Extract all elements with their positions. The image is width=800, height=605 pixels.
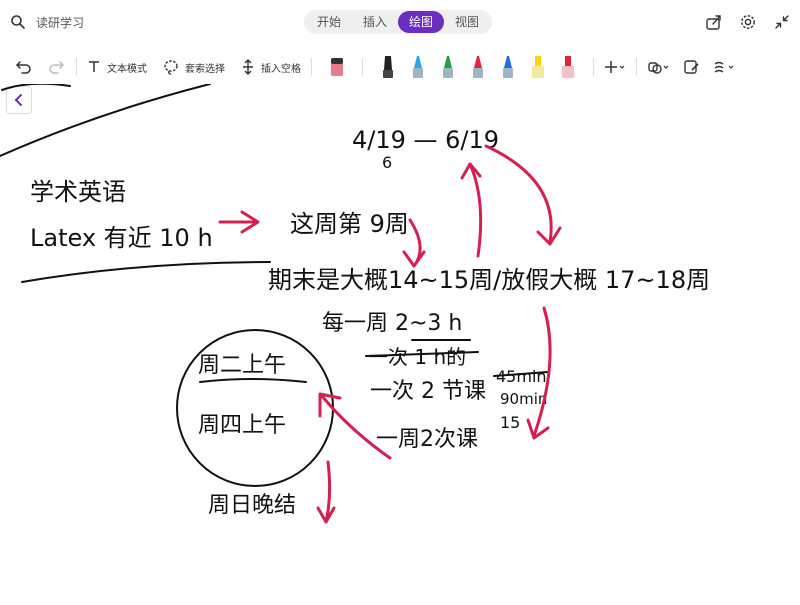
ribbon-tabs: 开始 插入 绘图 视图 [304, 10, 493, 34]
per-week-text: 每一周 2~3 h [322, 311, 462, 336]
crossed-min-text: 45min [496, 367, 547, 386]
eraser-tool[interactable] [329, 54, 345, 80]
tab-draw[interactable]: 绘图 [398, 11, 445, 33]
pen-blue[interactable] [500, 54, 516, 80]
divider [593, 58, 594, 76]
text-icon [89, 61, 99, 72]
weekend-text: 周日晚结 [208, 493, 296, 518]
text-mode-label: 文本模式 [107, 63, 147, 75]
tab-insert[interactable]: 插入 [352, 11, 398, 33]
draw-toolbar: 文本模式 套索选择 插入空格 [0, 52, 800, 82]
ninety-min-text: 90min [500, 390, 547, 408]
tuesday-morning-text: 周二上午 [198, 353, 286, 378]
divider [76, 58, 77, 76]
latex-text: Latex 有近 10 h [30, 224, 213, 252]
note-canvas[interactable]: 4/19 — 6/19 6 学术英语 Latex 有近 10 h 这周第 9周 … [0, 82, 800, 600]
window-actions [704, 12, 792, 32]
insert-space-button[interactable]: 插入空格 [241, 52, 301, 82]
plus-icon [605, 61, 625, 73]
divider [311, 58, 312, 76]
lasso-select-button[interactable]: 套索选择 [163, 52, 225, 82]
share-icon[interactable] [704, 12, 724, 32]
notebook-title[interactable]: 读研学习 [36, 14, 84, 31]
shapes-icon [648, 62, 669, 74]
top-bar: 读研学习 开始 插入 绘图 视图 [0, 0, 800, 48]
text-mode-button[interactable]: 文本模式 [87, 52, 147, 82]
date-range-text: 4/19 — 6/19 [352, 126, 499, 154]
crossed-once-text: 一次 1 h的 [368, 345, 466, 369]
insert-space-icon [243, 59, 253, 75]
lasso-icon [164, 60, 178, 75]
ink-stroke [21, 261, 271, 283]
twice-per-week-text: 一周2次课 [376, 427, 478, 452]
divider [362, 58, 363, 76]
ink-stroke [1, 82, 71, 91]
tab-home[interactable]: 开始 [306, 11, 352, 33]
ink-stroke [0, 83, 211, 157]
date-sub-text: 6 [382, 153, 392, 172]
pen-black[interactable] [380, 54, 396, 80]
red-arrow [484, 144, 562, 246]
ink-layer: 4/19 — 6/19 6 学术英语 Latex 有近 10 h 这周第 9周 … [0, 82, 710, 524]
insert-space-label: 插入空格 [261, 63, 301, 75]
red-arrow [460, 162, 483, 258]
undo-icon[interactable] [14, 57, 34, 77]
tab-view[interactable]: 视图 [444, 11, 490, 33]
red-arrow [218, 210, 260, 234]
search-icon[interactable] [8, 12, 28, 32]
redo-icon[interactable] [46, 57, 66, 77]
divider [636, 58, 637, 76]
ink-underline [199, 378, 307, 383]
pen-light-blue[interactable] [410, 54, 426, 80]
pen-settings-button[interactable] [713, 52, 737, 82]
finals-text: 期末是大概14~15周/放假大概 17~18周 [268, 266, 710, 294]
pen-green[interactable] [440, 54, 456, 80]
once-two-classes-text: 一次 2 节课 [370, 379, 486, 404]
current-week-text: 这周第 9周 [290, 210, 409, 238]
thursday-morning-text: 周四上午 [198, 413, 286, 438]
squiggle-icon [714, 61, 734, 73]
highlighter-red[interactable] [560, 54, 576, 80]
pen-red[interactable] [470, 54, 486, 80]
red-arrow [316, 460, 336, 524]
add-pen-button[interactable] [604, 52, 626, 82]
gear-icon[interactable] [738, 12, 758, 32]
ink-to-shape-button[interactable] [683, 52, 701, 82]
collapse-icon[interactable] [772, 12, 792, 32]
ink-convert-icon [684, 60, 699, 74]
search-area[interactable]: 读研学习 [8, 12, 84, 32]
lasso-label: 套索选择 [185, 63, 225, 75]
fifteen-text: 15 [500, 413, 520, 432]
academic-english-text: 学术英语 [30, 178, 126, 206]
highlighter-yellow[interactable] [530, 54, 546, 80]
shapes-button[interactable] [647, 52, 671, 82]
